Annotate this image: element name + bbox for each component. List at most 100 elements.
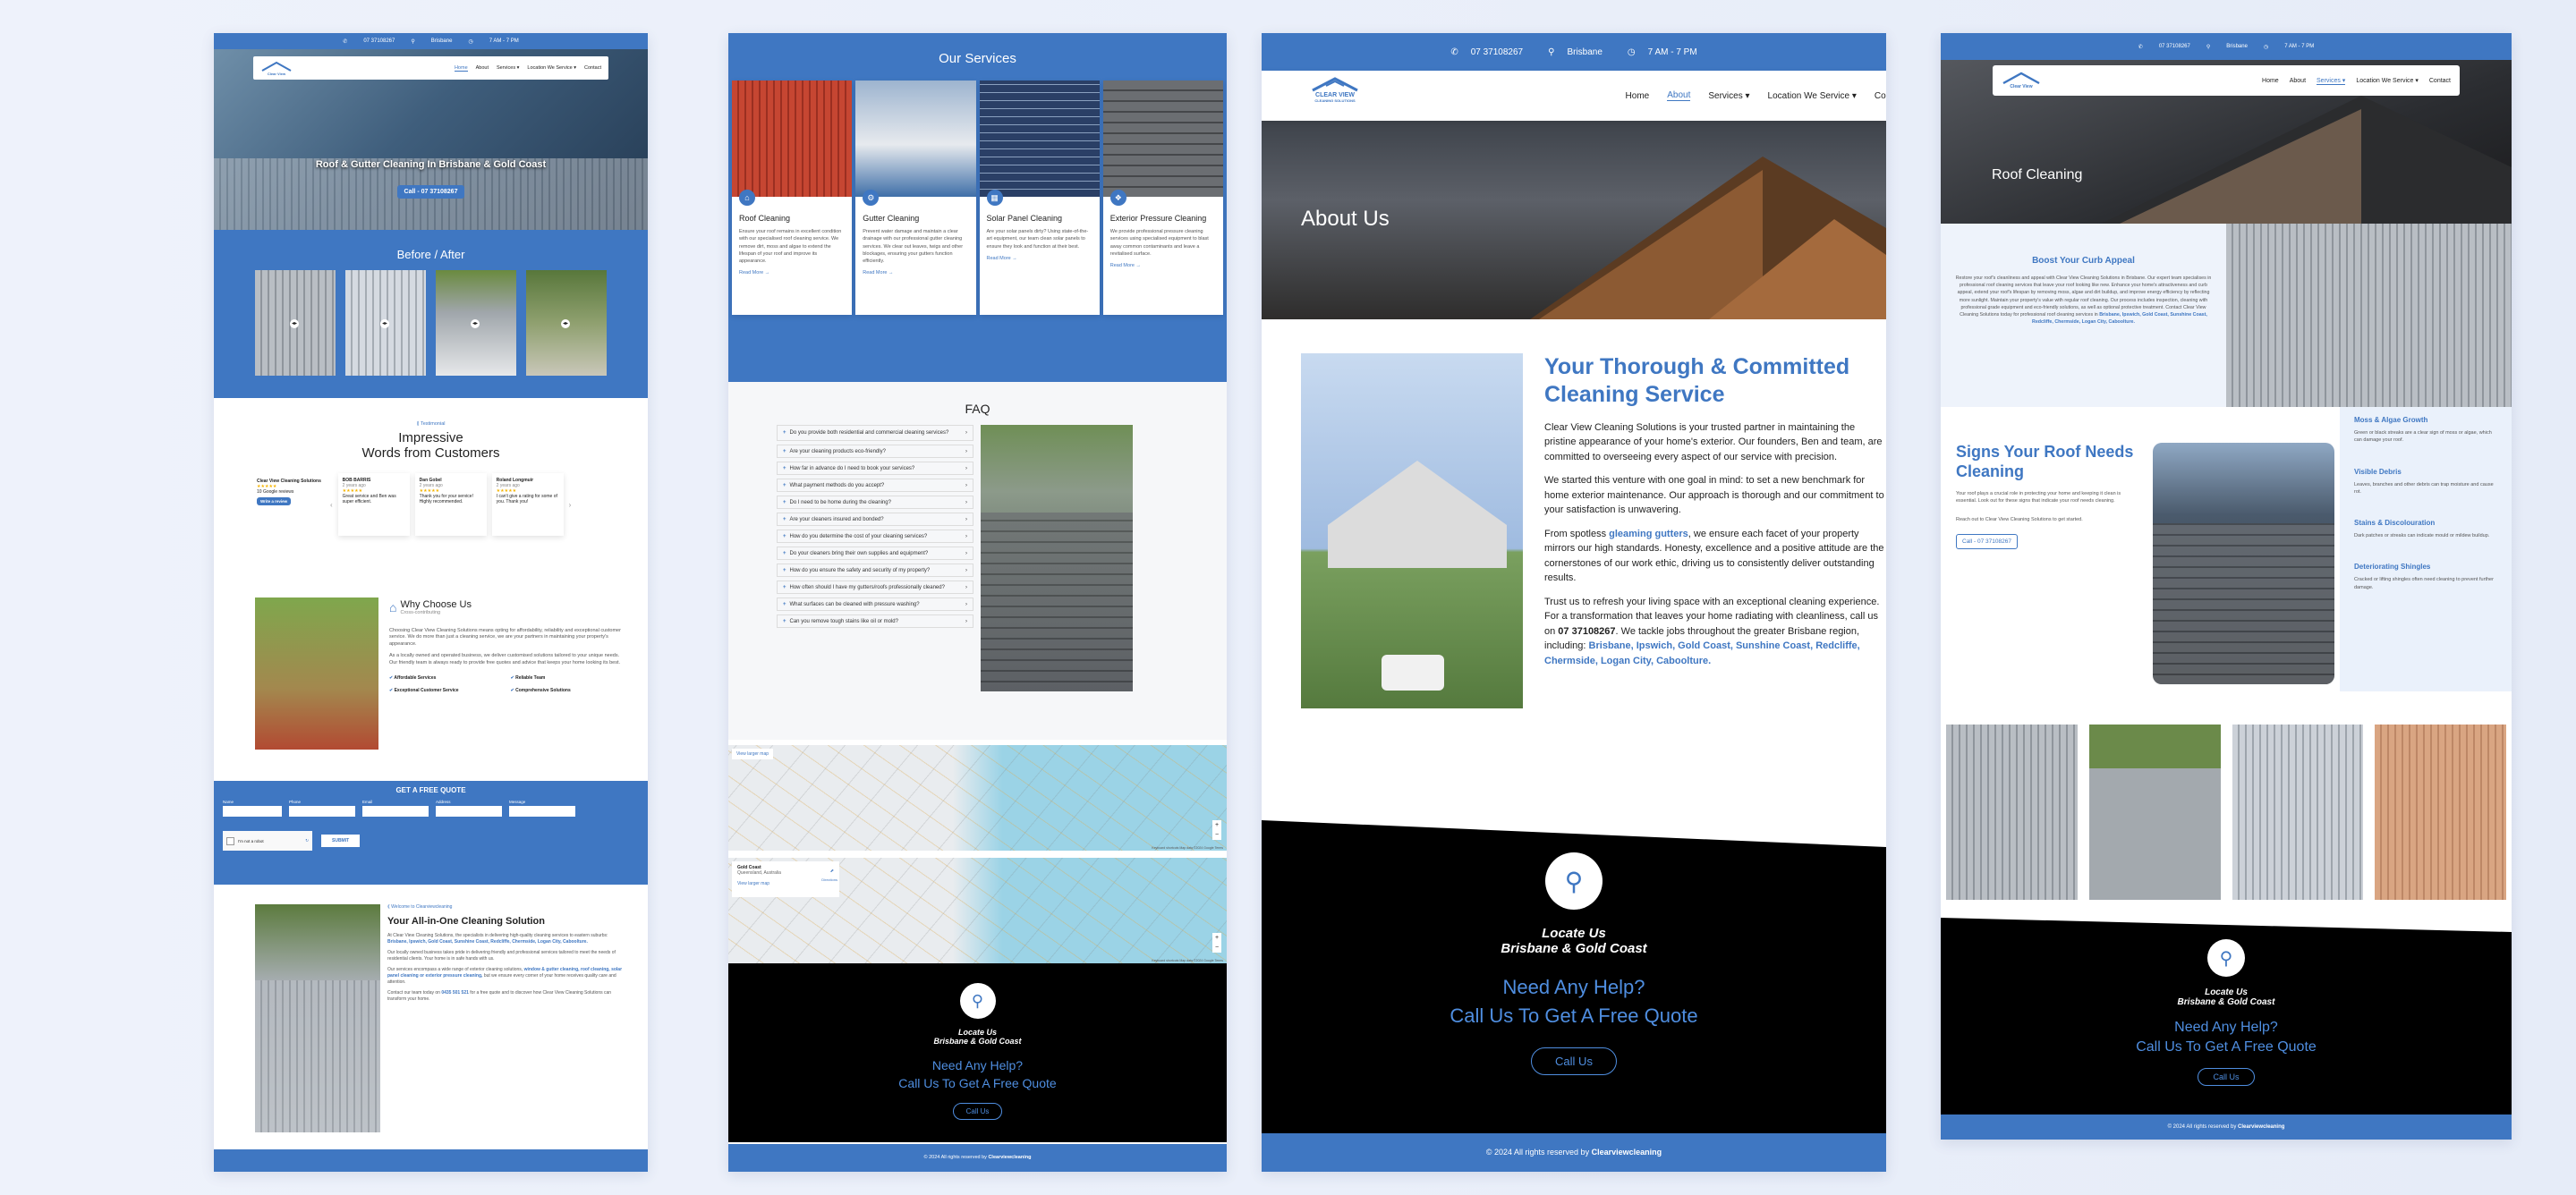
nav-contact[interactable]: Cont (1875, 91, 1886, 101)
faq-item[interactable]: + How do you determine the cost of your c… (777, 530, 973, 543)
top-location: Brisbane (2226, 44, 2248, 49)
faq-item[interactable]: + How often should I have my gutters/roof… (777, 581, 973, 594)
nav-about[interactable]: About (2290, 78, 2306, 84)
address-field[interactable] (436, 806, 502, 817)
before-after-slider[interactable]: ◂▸ (436, 270, 516, 376)
slider-handle-icon[interactable]: ◂▸ (380, 319, 389, 328)
call-us-button[interactable]: Call Us (2198, 1068, 2255, 1086)
before-after-slider[interactable]: ◂▸ (345, 270, 426, 376)
faq-item[interactable]: + How do you ensure the safety and securi… (777, 564, 973, 577)
read-more-link[interactable]: Read More → (1110, 263, 1216, 268)
captcha-checkbox[interactable] (226, 836, 234, 845)
view-larger-map-link[interactable]: View larger map (732, 749, 774, 759)
nav-about[interactable]: About (476, 65, 489, 71)
phone-field[interactable] (289, 806, 355, 817)
name-field[interactable] (223, 806, 282, 817)
testimonial-tag: ⟪ Testimonial (416, 421, 446, 427)
carousel-next-icon[interactable]: › (569, 501, 572, 509)
faq-item[interactable]: + Do I need to be home during the cleanin… (777, 496, 973, 509)
faq-item[interactable]: + Can you remove tough stains like oil or… (777, 614, 973, 628)
faq-item[interactable]: + What payment methods do you accept? › (777, 479, 973, 492)
welcome-tag: ⟪ Welcome to Clearviewcleaning (387, 904, 453, 910)
testimonial-subtitle: Words from Customers (361, 445, 500, 461)
before-after-slider[interactable]: ◂▸ (255, 270, 336, 376)
feature-item: ✔ Reliable Team (510, 675, 546, 682)
call-us-button[interactable]: Call Us (952, 1103, 1003, 1120)
feature-list: ✔ Affordable Services ✔ Reliable Team ✔ … (389, 675, 626, 693)
top-phone[interactable]: 07 37108267 (363, 38, 395, 44)
hero-call-button[interactable]: Call - 07 37108267 (396, 185, 465, 199)
nav-about[interactable]: About (1667, 90, 1691, 101)
about-heading: Your Thorough & Committed Cleaning Servi… (1544, 354, 1850, 408)
quote-fields: Name Phone Email Address Message (223, 800, 639, 817)
review-card: Dan Gobel 2 years ago ★★★★★ Thank you fo… (414, 473, 487, 536)
nav-services[interactable]: Services ▾ (1708, 91, 1749, 101)
signs-call-button[interactable]: Call - 07 37108267 (1956, 533, 2018, 549)
nav-contact[interactable]: Contact (2429, 78, 2451, 84)
faq-item[interactable]: + What surfaces can be cleaned with press… (777, 598, 973, 611)
service-card-gutter[interactable]: ⚙ Gutter Cleaning Prevent water damage a… (855, 81, 976, 315)
faq-item[interactable]: + Do you provide both residential and com… (777, 425, 973, 441)
directions-icon[interactable]: ⬈ (830, 869, 834, 874)
nav-links: Home About Services ▾ Location We Servic… (454, 65, 601, 72)
write-review-button[interactable]: Write a review (257, 497, 292, 505)
faq-item[interactable]: + How far in advance do I need to book yo… (777, 462, 973, 475)
site-logo[interactable]: Clear View (2002, 72, 2041, 89)
call-us-button[interactable]: Call Us (1531, 1047, 1617, 1075)
check-icon: ✔ (389, 688, 394, 694)
house-icon: ⌂ (389, 600, 397, 614)
before-after-slider[interactable]: ◂▸ (526, 270, 607, 376)
nav-location[interactable]: Location We Service ▾ (527, 65, 576, 71)
read-more-link[interactable]: Read More → (863, 270, 968, 275)
message-field[interactable] (509, 806, 575, 817)
gallery-image[interactable] (2088, 725, 2221, 900)
house-logo-icon (1312, 77, 1358, 92)
site-logo[interactable]: Clear View (260, 61, 293, 76)
read-more-link[interactable]: Read More → (987, 256, 1092, 261)
why-choose-photo (255, 598, 378, 750)
nav-home[interactable]: Home (1626, 91, 1650, 101)
service-card-roof[interactable]: ⌂ Roof Cleaning Ensure your roof remains… (732, 81, 853, 315)
gutter-icon: ⚙ (863, 190, 880, 206)
nav-contact[interactable]: Contact (584, 65, 601, 71)
read-more-link[interactable]: Read More → (739, 270, 845, 275)
gallery-image[interactable] (2375, 725, 2506, 900)
top-phone[interactable]: 07 37108267 (2159, 44, 2190, 49)
check-icon: ✔ (510, 675, 514, 682)
nav-services[interactable]: Services ▾ (497, 65, 519, 71)
nav-services[interactable]: Services ▾ (2317, 77, 2346, 85)
email-field[interactable] (362, 806, 429, 817)
slider-handle-icon[interactable]: ◂▸ (290, 319, 299, 328)
zoom-controls-icon[interactable]: + − (1212, 933, 1221, 953)
nav-location[interactable]: Location We Service ▾ (1768, 91, 1857, 101)
all-in-one-title: Your All-in-One Cleaning Solution (387, 916, 545, 927)
nav-home[interactable]: Home (454, 65, 468, 72)
faq-list: + Do you provide both residential and com… (777, 425, 973, 691)
faq-item[interactable]: + Do your cleaners bring their own suppli… (777, 547, 973, 560)
before-after-title: Before / After (396, 248, 465, 261)
faq-item[interactable]: + Are your cleaning products eco-friendly… (777, 445, 973, 458)
slider-handle-icon[interactable]: ◂▸ (471, 319, 480, 328)
nav-location[interactable]: Location We Service ▾ (2356, 77, 2419, 84)
footer: © 2024 All rights reserved by Clearviewc… (1941, 1114, 2512, 1140)
site-logo[interactable]: CLEAR VIEW CLEANING SOLUTIONS (1303, 71, 1367, 108)
locate-us-section: ⚲ Locate Us Brisbane & Gold Coast Need A… (1262, 820, 1886, 1133)
view-larger-map-link[interactable]: View larger map (737, 881, 834, 886)
brisbane-map[interactable]: View larger map + − Keyboard shortcuts Ma… (728, 745, 1227, 851)
service-card-pressure[interactable]: ❖ Exterior Pressure Cleaning We provide … (1102, 81, 1223, 315)
zoom-controls-icon[interactable]: + − (1212, 820, 1221, 840)
gold-coast-map[interactable]: Gold Coast Queensland, Australia View la… (728, 858, 1227, 963)
faq-item[interactable]: + Are your cleaners insured and bonded? › (777, 513, 973, 526)
carousel-prev-icon[interactable]: ‹ (330, 501, 333, 509)
why-title: Why Choose Us (400, 599, 472, 610)
testimonial-section: ⟪ Testimonial Impressive Words from Cust… (214, 398, 648, 598)
gallery-image[interactable] (1946, 725, 2078, 900)
nav-home[interactable]: Home (2262, 78, 2279, 84)
service-card-solar[interactable]: ▦ Solar Panel Cleaning Are your solar pa… (979, 81, 1100, 315)
top-phone[interactable]: 07 37108267 (1471, 47, 1523, 57)
gallery-image[interactable] (2232, 725, 2364, 900)
submit-button[interactable]: SUBMIT (321, 835, 361, 847)
service-van (1382, 655, 1444, 691)
services-title: Our Services (939, 51, 1016, 66)
slider-handle-icon[interactable]: ◂▸ (561, 319, 570, 328)
